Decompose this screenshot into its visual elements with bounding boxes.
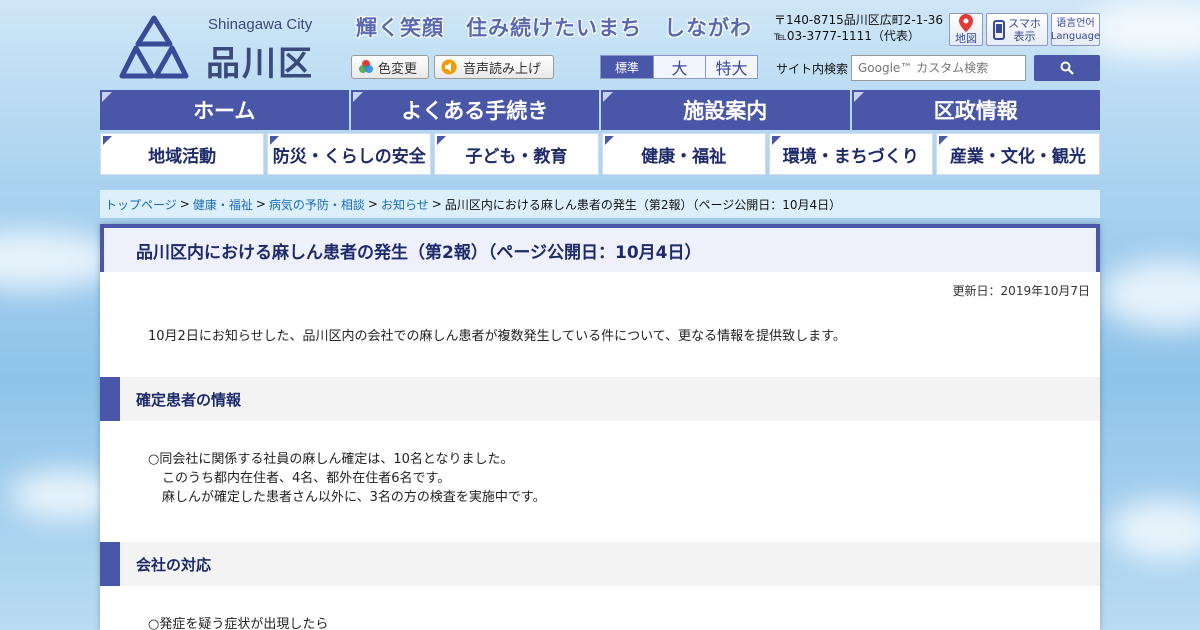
breadcrumb-link-health[interactable]: 健康・福祉	[193, 196, 253, 213]
city-name-jp[interactable]: 品川区	[206, 36, 314, 85]
section-body-confirmed-patients: ○同会社に関係する社員の麻しん確定は、10名となりました。 このうち都内在住者、…	[148, 450, 546, 507]
read-aloud-label: 音声読み上げ	[463, 61, 542, 77]
map-button[interactable]: 地図	[949, 13, 983, 46]
body-line: ○発症を疑う症状が出現したら	[148, 617, 329, 630]
language-button[interactable]: 语言언어 Language	[1051, 13, 1100, 46]
font-size-xlarge-button[interactable]: 特大	[705, 56, 757, 78]
site-header: Shinagawa City 品川区 輝く笑顔 住み続けたいまち しながわ 色変…	[100, 0, 1100, 88]
read-aloud-button[interactable]: 音声読み上げ	[434, 55, 554, 79]
page-title-box: 品川区内における麻しん患者の発生（第2報）（ページ公開日：10月4日）	[100, 224, 1100, 272]
map-label: 地図	[955, 32, 977, 45]
city-name-en: Shinagawa City	[208, 16, 313, 33]
nav-community[interactable]: 地域活動	[100, 133, 265, 175]
map-pin-icon	[959, 14, 973, 32]
breadcrumb-separator: >	[431, 197, 442, 211]
page-title: 品川区内における麻しん患者の発生（第2報）（ページ公開日：10月4日）	[136, 242, 702, 263]
breadcrumb-link-news[interactable]: お知らせ	[381, 196, 429, 213]
color-change-label: 色変更	[378, 61, 418, 77]
site-search-input[interactable]	[851, 55, 1026, 81]
search-button[interactable]	[1034, 55, 1100, 81]
site-search-label: サイト内検索	[776, 62, 849, 76]
body-line: このうち都内在住者、4名、都外在住者6名です。	[162, 471, 451, 486]
nav-children-education[interactable]: 子ども・教育	[434, 133, 599, 175]
color-palette-icon	[359, 60, 373, 73]
section-body-company-response: ○発症を疑う症状が出現したら	[148, 615, 328, 630]
body-line: ○同会社に関係する社員の麻しん確定は、10名となりました。	[148, 452, 514, 467]
section-heading-confirmed-patients: 確定患者の情報	[100, 377, 1100, 421]
breadcrumb: トップページ > 健康・福祉 > 病気の予防・相談 > お知らせ > 品川区内における麻…	[100, 190, 1100, 218]
intro-paragraph: 10月2日にお知らせした、品川区内の会社での麻しん患者が複数発生している件につい…	[148, 329, 846, 344]
font-size-selector: 標準 大 特大	[600, 55, 758, 79]
city-logo-icon[interactable]	[118, 14, 190, 80]
search-icon	[1060, 61, 1074, 75]
main-navigation: ホーム よくある手続き 施設案内 区政情報	[100, 90, 1100, 130]
phone-line: ℡03-3777-1111（代表）	[774, 29, 920, 43]
city-slogan: 輝く笑顔 住み続けたいまち しながわ	[356, 16, 752, 40]
font-size-large-button[interactable]: 大	[653, 56, 705, 78]
body-line: 麻しんが確定した患者さん以外に、3名の方の検査を実施中です。	[162, 490, 546, 505]
main-content: 品川区内における麻しん患者の発生（第2報）（ページ公開日：10月4日） 更新日：…	[100, 224, 1100, 630]
breadcrumb-separator: >	[179, 197, 190, 211]
cloud-decoration	[1100, 260, 1200, 330]
nav-administration[interactable]: 区政情報	[851, 90, 1100, 130]
breadcrumb-link-prevention[interactable]: 病気の予防・相談	[269, 196, 365, 213]
breadcrumb-link-top[interactable]: トップページ	[105, 196, 177, 213]
nav-safety[interactable]: 防災・くらしの安全	[267, 133, 432, 175]
category-navigation: 地域活動 防災・くらしの安全 子ども・教育 健康・福祉 環境・まちづくり 産業・…	[100, 133, 1101, 175]
speaker-icon	[441, 59, 457, 75]
smartphone-icon	[993, 19, 1006, 40]
smartphone-view-button[interactable]: スマホ 表示	[986, 13, 1048, 46]
breadcrumb-current: 品川区内における麻しん患者の発生（第2報）（ページ公開日：10月4日）	[444, 197, 842, 212]
nav-home[interactable]: ホーム	[100, 90, 349, 130]
section-heading-company-response: 会社の対応	[100, 542, 1100, 586]
updated-date: 更新日：2019年10月7日	[952, 284, 1090, 298]
breadcrumb-separator: >	[367, 197, 378, 211]
cloud-decoration	[1110, 500, 1200, 560]
address-line: 〒140-8715品川区広町2-1-36	[774, 13, 943, 27]
city-hall-address: 〒140-8715品川区広町2-1-36 ℡03-3777-1111（代表）	[774, 12, 943, 44]
nav-health-welfare[interactable]: 健康・福祉	[601, 133, 766, 175]
smartphone-label: スマホ 表示	[1008, 16, 1041, 43]
nav-industry-culture[interactable]: 産業・文化・観光	[935, 133, 1101, 175]
color-change-button[interactable]: 色変更	[351, 55, 429, 79]
font-size-standard-button[interactable]: 標準	[601, 56, 653, 78]
nav-environment[interactable]: 環境・まちづくり	[768, 133, 933, 175]
breadcrumb-separator: >	[255, 197, 266, 211]
nav-common-procedures[interactable]: よくある手続き	[350, 90, 599, 130]
language-label: 语言언어 Language	[1050, 17, 1101, 42]
nav-facilities[interactable]: 施設案内	[601, 90, 850, 130]
